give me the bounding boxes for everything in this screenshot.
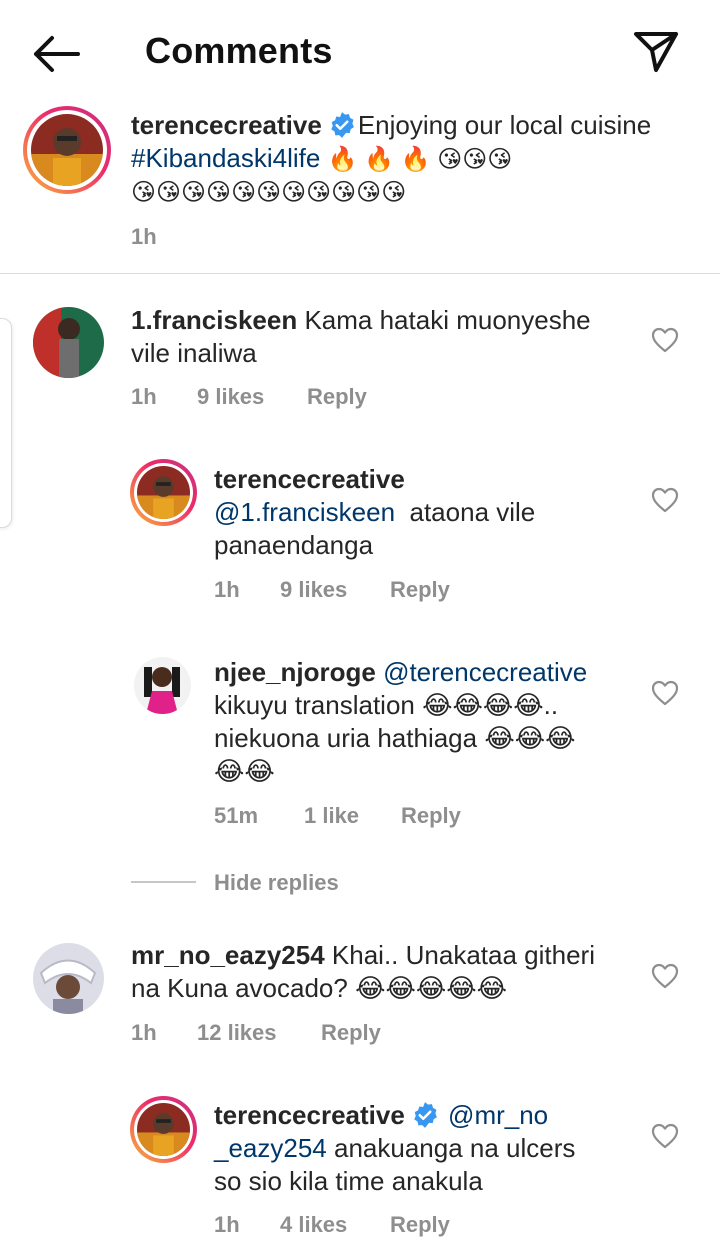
paper-plane-icon [634, 32, 678, 72]
reply-meta-3: 1h 4 likes Reply [214, 1212, 450, 1238]
caption-avatar[interactable] [23, 106, 111, 194]
caption-text: terencecreative Enjoying our local cuisin… [131, 109, 691, 208]
comment-username-1[interactable]: 1.franciskeen [131, 305, 297, 335]
reply-body-3b: so sio kila time anakula [214, 1166, 483, 1196]
like-heart-icon[interactable] [651, 327, 679, 353]
caption-emojis-1: 🔥 🔥 🔥 😘😘😘 [327, 146, 513, 173]
comment-meta-1: 1h 9 likes Reply [131, 384, 367, 410]
like-heart-icon[interactable] [651, 1123, 679, 1149]
comment-likes-1[interactable]: 9 likes [197, 384, 307, 410]
reply-button-1[interactable]: Reply [307, 384, 367, 410]
reply-button-2[interactable]: Reply [390, 577, 450, 603]
comment-body-2a: Khai.. Unakataa githeri [331, 940, 595, 970]
reply-body-2a: kikuyu translation 😂😂😂😂.. [214, 690, 559, 720]
reply-likes-2[interactable]: 1 like [304, 803, 401, 829]
side-panel-edge [0, 318, 12, 528]
reply-mention-3b[interactable]: _eazy254 [214, 1133, 327, 1163]
arrow-left-icon [34, 36, 80, 72]
reply-mention-2[interactable]: @terencecreative [383, 657, 587, 687]
hide-replies-line [131, 881, 196, 883]
reply-time-3: 1h [214, 1212, 240, 1237]
page-title: Comments [145, 30, 333, 71]
comment-body-1a: Kama hataki muonyeshe [304, 305, 591, 335]
reply-meta-2: 51m 1 like Reply [214, 803, 461, 829]
hide-replies-button[interactable]: Hide replies [214, 870, 339, 896]
comment-meta-2: 1h 12 likes Reply [131, 1020, 381, 1046]
reply-mention-3a[interactable]: @mr_no [448, 1100, 548, 1130]
like-heart-icon[interactable] [651, 487, 679, 513]
caption-username[interactable]: terencecreative [131, 110, 322, 140]
comment-avatar-2[interactable] [33, 943, 104, 1014]
reply-mention-1[interactable]: @1.franciskeen [214, 497, 395, 527]
reply-text-3: terencecreative @mr_no _eazy254 anakuang… [214, 1099, 634, 1198]
caption-body: Enjoying our local cuisine [357, 110, 652, 140]
header-bar: Comments [0, 0, 720, 104]
comment-text-1: 1.franciskeen Kama hataki muonyeshe vile… [131, 304, 631, 370]
comment-time-2: 1h [131, 1020, 157, 1045]
caption-divider [0, 273, 720, 274]
reply-likes-1[interactable]: 9 likes [280, 577, 390, 603]
reply-meta-1: 1h 9 likes Reply [214, 577, 450, 603]
like-heart-icon[interactable] [651, 963, 679, 989]
reply-body-2c: 😂😂 [214, 756, 275, 786]
verified-badge-icon [331, 112, 354, 138]
reply-time-2: 51m [214, 803, 259, 828]
reply-avatar-3[interactable] [130, 1096, 197, 1163]
caption-emojis-2: 😘😘😘😘😘😘😘😘😘😘😘 [131, 179, 407, 206]
comment-text-2: mr_no_eazy254 Khai.. Unakataa githeri na… [131, 939, 631, 1005]
back-button[interactable] [30, 32, 82, 76]
comment-likes-2[interactable]: 12 likes [197, 1020, 321, 1046]
reply-username-3[interactable]: terencecreative [214, 1100, 405, 1130]
reply-button-3[interactable]: Reply [401, 803, 461, 829]
verified-badge-icon [414, 1102, 437, 1128]
reply-button-5[interactable]: Reply [390, 1212, 450, 1238]
like-heart-icon[interactable] [651, 680, 679, 706]
reply-username-2[interactable]: njee_njoroge [214, 657, 376, 687]
reply-body-1a: ataona vile [409, 497, 536, 527]
reply-avatar-1[interactable] [130, 459, 197, 526]
reply-body-1b: panaendanga [214, 530, 374, 560]
reply-username-1[interactable]: terencecreative [214, 464, 405, 494]
share-button[interactable] [630, 26, 682, 74]
comment-body-1b: vile inaliwa [131, 338, 257, 368]
comment-time-1: 1h [131, 384, 157, 409]
reply-time-1: 1h [214, 577, 240, 602]
caption-meta: 1h [131, 224, 157, 250]
reply-avatar-2[interactable] [134, 657, 191, 714]
comment-body-2b: na Kuna avocado? 😂😂😂😂😂 [131, 973, 507, 1003]
comment-avatar-1[interactable] [33, 307, 104, 378]
reply-button-4[interactable]: Reply [321, 1020, 381, 1046]
reply-text-2: njee_njoroge @terencecreative kikuyu tra… [214, 656, 634, 788]
reply-likes-3[interactable]: 4 likes [280, 1212, 390, 1238]
reply-text-1: terencecreative @1.franciskeen ataona vi… [214, 463, 634, 562]
caption-hashtag[interactable]: #Kibandaski4life [131, 143, 320, 173]
comment-username-2[interactable]: mr_no_eazy254 [131, 940, 325, 970]
caption-time: 1h [131, 224, 157, 249]
reply-body-2b: niekuona uria hathiaga 😂😂😂 [214, 723, 576, 753]
reply-body-3a: anakuanga na ulcers [334, 1133, 576, 1163]
